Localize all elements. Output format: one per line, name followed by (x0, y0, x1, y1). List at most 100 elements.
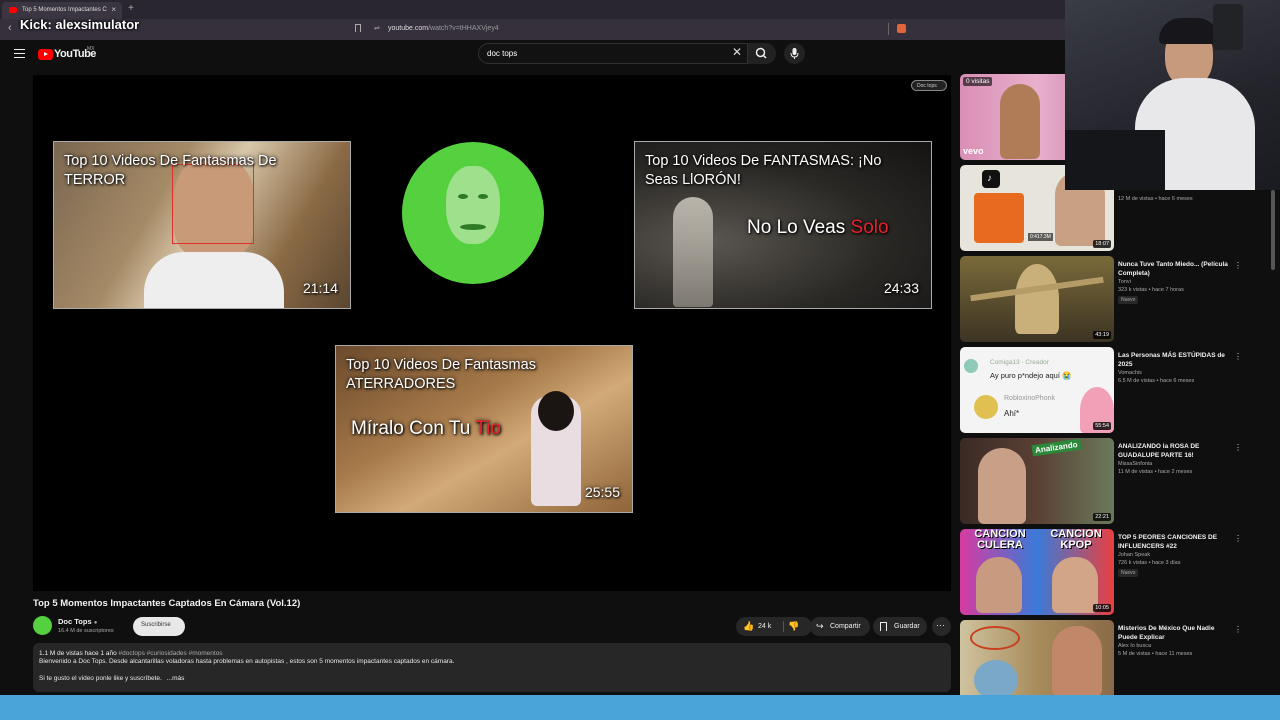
recommendation-title[interactable]: Las Personas MÁS ESTÚPIDAS de 2025 (1118, 351, 1228, 369)
search-input[interactable]: doc tops (478, 43, 748, 64)
recommendation-channel[interactable]: Johan Speak (1118, 552, 1150, 558)
eye-drawing (970, 626, 1020, 650)
duration-badge: 18:07 (1093, 240, 1111, 248)
recommendation-title[interactable]: TOP 5 PEORES CANCIONES DE INFLUENCERS #2… (1118, 533, 1228, 551)
tiktok-icon: ♪ (982, 170, 1000, 188)
region-code: MX (87, 46, 95, 52)
duration-badge: 22:21 (1093, 513, 1111, 521)
person-figure (976, 557, 1022, 613)
youtube-logo-icon[interactable] (38, 49, 53, 60)
new-badge: Nuevo (1118, 296, 1139, 304)
recommendation-channel[interactable]: Tonvi (1118, 279, 1131, 285)
divider (888, 23, 889, 35)
recommendation-thumbnail[interactable]: Comiga13 · Creador Ay puro p*ndejo aquí … (960, 347, 1114, 433)
clear-search-icon[interactable]: ✕ (732, 45, 742, 59)
channel-avatar-endcard[interactable] (402, 142, 544, 284)
close-tab-icon[interactable]: × (111, 5, 116, 14)
endcard-video-2[interactable]: Top 10 Videos De FANTASMAS: ¡No Seas LlO… (634, 141, 932, 309)
site-settings-icon[interactable]: ⇌ (374, 24, 380, 32)
search-button[interactable] (748, 43, 776, 64)
recommendation-item[interactable]: 43:19 Nunca Tuve Tanto Miedo... (Películ… (960, 256, 1272, 342)
person-figure (1000, 84, 1040, 159)
avatar-eye (458, 194, 468, 199)
endcard-video-3[interactable]: Top 10 Videos De Fantasmas ATERRADORES M… (335, 345, 633, 513)
kebab-menu-icon[interactable]: ⋮ (1234, 535, 1242, 543)
player-channel-badge[interactable]: Doc tops (911, 80, 947, 91)
description-footer: Si te gusto el video ponle like y suscrí… (39, 675, 185, 682)
search-icon (755, 47, 767, 59)
reply-text: Ahí* (1004, 409, 1020, 418)
recommendation-meta: 12 M de vistas • hace 6 meses (1118, 196, 1193, 202)
endcard-duration: 24:33 (883, 280, 919, 296)
stream-bottom-band (0, 695, 1280, 720)
thumbnail-label: CANCION KPOP (1050, 529, 1102, 551)
recommendation-item[interactable]: Comiga13 · Creador Ay puro p*ndejo aquí … (960, 347, 1272, 433)
kick-overlay-label: Kick: alexsimulator (20, 17, 140, 32)
recommendation-thumbnail[interactable]: CANCION CULERA CANCION KPOP 10:05 (960, 529, 1114, 615)
endcard-duration: 21:14 (302, 280, 338, 296)
channel-avatar[interactable] (33, 616, 52, 635)
recommendation-item[interactable]: Analizando 22:21 ANALIZANDO la ROSA DE G… (960, 438, 1272, 524)
kebab-menu-icon[interactable]: ⋮ (1234, 353, 1242, 361)
recommendation-thumbnail[interactable] (960, 620, 1114, 706)
recommendation-title[interactable]: Nunca Tuve Tanto Miedo... (Película Comp… (1118, 260, 1228, 278)
ghost-figure (673, 197, 713, 307)
more-horizontal-icon: ··· (936, 620, 945, 630)
comment-text: Ay puro p*ndejo aquí 😭 (990, 371, 1072, 380)
like-icon[interactable]: 👍 (743, 621, 754, 632)
mask-drawing (974, 660, 1018, 700)
description-box[interactable]: 1.1 M de vistas hace 1 año #doctops #cur… (33, 643, 951, 692)
endcard-video-1[interactable]: Top 10 Videos De Fantasmas De TERROR 21:… (53, 141, 351, 309)
share-icon: ↪ (816, 621, 824, 631)
product-box (974, 193, 1024, 243)
divider (783, 621, 784, 632)
sidebar-scrollbar[interactable] (1271, 190, 1275, 270)
kebab-menu-icon[interactable]: ⋮ (1234, 262, 1242, 270)
recommendation-title[interactable]: Misterios De México Que Nadie Puede Expl… (1118, 624, 1228, 642)
recommendation-channel[interactable]: Alex Io busca (1118, 643, 1151, 649)
webcam-overlay (1065, 0, 1280, 190)
subscriber-count: 16.4 M de suscriptores (58, 628, 114, 634)
subscribe-button[interactable]: Suscribirse (133, 617, 185, 636)
back-icon[interactable]: ‹ (8, 22, 12, 34)
url-text[interactable]: youtube.com/watch?v=tHHAXVjey4 (388, 25, 499, 32)
description-text: Bienvenido a Doc Tops. Desde alcantarill… (39, 658, 455, 665)
bookmark-icon[interactable] (355, 24, 361, 32)
voice-search-button[interactable] (784, 43, 805, 64)
dislike-icon[interactable]: 👎 (788, 621, 799, 632)
more-actions-button[interactable]: ··· (932, 617, 951, 636)
recommendation-item[interactable]: Misterios De México Que Nadie Puede Expl… (960, 620, 1272, 706)
shirt-shape (144, 252, 284, 308)
new-tab-icon[interactable]: + (128, 3, 134, 14)
channel-name[interactable]: Doc Tops ● (58, 617, 97, 626)
recommendation-title[interactable]: ANALIZANDO la ROSA DE GUADALUPE PARTE 16… (1118, 442, 1228, 460)
gaming-chair (1213, 4, 1243, 50)
avatar-eye (478, 194, 488, 199)
duration-badge: 10:05 (1093, 604, 1111, 612)
avatar-face (446, 166, 500, 244)
views-badge: 0 visitas (963, 77, 993, 86)
endcard-overlay-text: No Lo Veas Solo (747, 217, 889, 238)
kebab-menu-icon[interactable]: ⋮ (1234, 444, 1242, 452)
show-more-link[interactable]: ...más (167, 675, 185, 682)
creature-figure (1015, 264, 1059, 334)
recommendation-channel[interactable]: MissaSinfonia (1118, 461, 1152, 467)
reply-avatar (974, 395, 998, 419)
recommendation-item[interactable]: CANCION CULERA CANCION KPOP 10:05 TOP 5 … (960, 529, 1272, 615)
recommendation-meta: 726 k vistas • hace 3 días (1118, 560, 1181, 566)
recommendation-thumbnail[interactable]: 43:19 (960, 256, 1114, 342)
extension-icon[interactable] (897, 24, 906, 33)
endcard-duration: 25:55 (584, 484, 620, 500)
menu-icon[interactable] (14, 49, 25, 58)
like-count[interactable]: 24 k (758, 623, 771, 630)
share-label: Compartir (830, 623, 861, 630)
tab-title: Top 5 Momentos Impactantes C (22, 7, 107, 13)
endcard-title: Top 10 Videos De FANTASMAS: ¡No Seas LlO… (645, 153, 882, 188)
person-figure (978, 448, 1026, 524)
kebab-menu-icon[interactable]: ⋮ (1234, 626, 1242, 634)
recommendation-channel[interactable]: Vomachis (1118, 370, 1142, 376)
save-label: Guardar (894, 623, 920, 630)
recommendation-thumbnail[interactable]: Analizando 22:21 (960, 438, 1114, 524)
share-button[interactable]: ↪ Compartir (810, 617, 870, 636)
save-button[interactable]: Guardar (873, 617, 927, 636)
